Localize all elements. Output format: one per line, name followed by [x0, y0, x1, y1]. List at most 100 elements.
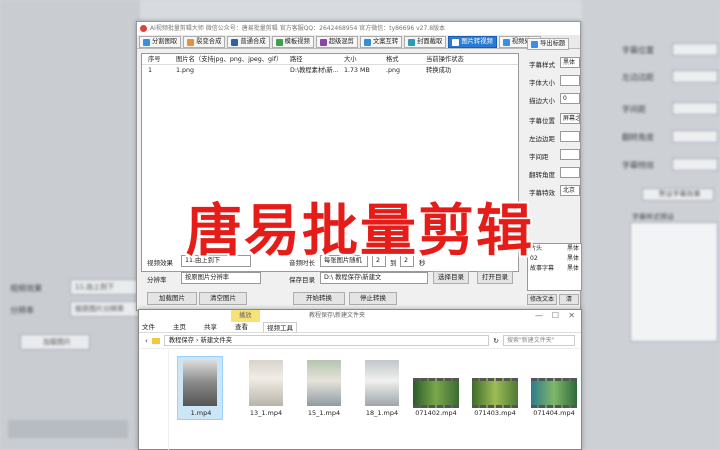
font-size-input[interactable]: [560, 75, 580, 86]
image-icon: [452, 38, 460, 46]
file-explorer-window: 播放 教程保存\新建文件夹 — ☐ ✕ 文件 主页 共享 查看 视频工具 ‹ 教…: [138, 309, 582, 450]
clear-button[interactable]: 清: [559, 294, 579, 305]
ribbon-video-tools[interactable]: 视频工具: [263, 322, 297, 332]
refresh-icon[interactable]: ↻: [493, 337, 499, 345]
left-margin-input[interactable]: [560, 131, 580, 142]
video-thumbnail[interactable]: [249, 360, 283, 406]
bg-row-add: 加载图片: [20, 334, 90, 350]
tab-template-video[interactable]: 模板视频: [271, 36, 314, 48]
navigation-pane[interactable]: [139, 350, 169, 450]
setting-label: 字间距: [529, 153, 549, 161]
cell: 1.73 MB: [344, 67, 370, 74]
tab-label: 图片转视频: [461, 38, 493, 45]
video-icon: [502, 38, 510, 46]
explorer-titlebar: 播放 教程保存\新建文件夹 — ☐ ✕: [139, 310, 581, 322]
tab-image-to-video[interactable]: 图片转视频: [448, 36, 497, 48]
file-name[interactable]: 15_1.mp4: [299, 409, 349, 417]
bg-label-res: 分辨率: [10, 306, 34, 315]
ribbon-share[interactable]: 共享: [201, 322, 220, 332]
minimize-icon[interactable]: —: [535, 310, 543, 322]
position-select[interactable]: 屏幕之: [560, 113, 580, 124]
table-row[interactable]: 1 1.png D:\教程素材\新... 1.73 MB .png 转换成功: [142, 65, 518, 76]
bg-right-box: [672, 102, 718, 115]
bg-bottom-bar: [8, 420, 128, 438]
tab-text-convert[interactable]: 文案互转: [359, 36, 403, 48]
video-thumbnail: [183, 360, 217, 406]
resolution-select[interactable]: 按原图片分辨率: [181, 272, 261, 284]
bg-right-label: 字幕位置: [622, 46, 654, 55]
bg-label-effect: 视频效果: [10, 284, 42, 293]
tab-cover-capture[interactable]: 封面截取: [404, 36, 447, 48]
cell: 1.png: [176, 67, 194, 74]
app-title: AI视频批量剪辑大师 微信公众号：唐易批量剪辑 官方客服QQ：264246895…: [150, 25, 446, 32]
add-images-button[interactable]: 加载图片: [147, 292, 197, 305]
export-icon: [531, 40, 538, 48]
search-input[interactable]: 搜索"新建文件夹": [503, 335, 575, 346]
save-dir-input[interactable]: D:\ 教程保存\新建文: [320, 272, 428, 284]
app-window: AI视频批量剪辑大师 微信公众号：唐易批量剪辑 官方客服QQ：264246895…: [136, 21, 582, 311]
bg-right-box: [672, 130, 718, 143]
path-input[interactable]: 教程保存 › 新建文件夹: [163, 335, 490, 346]
tab-label: 文案互转: [372, 38, 399, 45]
video-thumbnail[interactable]: [531, 378, 577, 408]
start-convert-button[interactable]: 开始转换: [293, 292, 345, 305]
file-name[interactable]: 13_1.mp4: [241, 409, 291, 417]
bg-right-label: 翻转角度: [622, 133, 654, 142]
col-header: 序号: [148, 56, 161, 63]
tab-normal-merge[interactable]: 普通合成: [227, 36, 270, 48]
file-name[interactable]: 18_1.mp4: [357, 409, 407, 417]
tab-super-mix[interactable]: 超级混剪: [315, 36, 358, 48]
col-header: 图片名（支持jpg、png、jpeg、gif）: [176, 56, 283, 63]
video-thumbnail[interactable]: [413, 378, 459, 408]
resolution-label: 分辨率: [147, 276, 167, 284]
spacing-input[interactable]: [560, 149, 580, 160]
setting-label: 字体大小: [529, 79, 555, 87]
video-thumbnail[interactable]: [365, 360, 399, 406]
mix-icon: [319, 38, 327, 46]
template-icon: [275, 38, 283, 46]
app-logo-icon: [140, 25, 147, 32]
choose-dir-button[interactable]: 选择目录: [433, 271, 469, 284]
stop-convert-button[interactable]: 停止转换: [349, 292, 397, 305]
overlay-title: 唐易批量剪辑: [185, 198, 534, 266]
ribbon-file[interactable]: 文件: [139, 322, 158, 332]
setting-label: 翻转角度: [529, 171, 555, 179]
clear-images-button[interactable]: 清空图片: [199, 292, 247, 305]
modify-text-button[interactable]: 修改文本: [527, 294, 557, 305]
app-toolbar: 分割图取 裂变合成 普通合成 模板视频 超级混剪 文案互转 封面截取 图片转视频…: [137, 35, 580, 49]
maximize-icon[interactable]: ☐: [552, 310, 559, 322]
ribbon-home[interactable]: 主页: [170, 322, 189, 332]
cover-icon: [408, 38, 416, 46]
tab-label: 分割图取: [152, 38, 178, 45]
explorer-ribbon: 文件 主页 共享 查看 视频工具: [139, 322, 581, 333]
tab-split-image[interactable]: 分割图取: [139, 36, 182, 48]
col-header: 路径: [290, 56, 303, 63]
file-name[interactable]: 1.mp4: [176, 409, 226, 417]
address-bar: ‹ 教程保存 › 新建文件夹 ↻ 搜索"新建文件夹": [139, 333, 581, 349]
video-thumbnail[interactable]: [472, 378, 518, 408]
cell: 转换成功: [426, 67, 452, 74]
tab-label: 超级混剪: [328, 38, 354, 45]
export-title-button[interactable]: 导出标题: [527, 38, 570, 50]
setting-label: 字幕位置: [529, 117, 555, 125]
back-arrow-icon[interactable]: ‹: [145, 337, 148, 345]
file-name[interactable]: 071403.mp4: [470, 409, 520, 417]
col-header: 当前操作状态: [426, 56, 464, 63]
play-tab[interactable]: 播放: [231, 310, 260, 322]
close-icon[interactable]: ✕: [568, 310, 575, 322]
file-name[interactable]: 071404.mp4: [529, 409, 579, 417]
file-name[interactable]: 071402.mp4: [411, 409, 461, 417]
col-header: 大小: [344, 56, 357, 63]
tab-label: 普通合成: [240, 38, 266, 45]
angle-input[interactable]: [560, 167, 580, 178]
video-thumbnail[interactable]: [307, 360, 341, 406]
cell: D:\教程素材\新...: [290, 67, 338, 74]
folder-icon: [151, 337, 160, 344]
open-dir-button[interactable]: 打开目录: [477, 271, 513, 284]
tab-label: 封面截取: [417, 38, 443, 45]
font-style-select[interactable]: 黑体: [560, 57, 580, 68]
tab-fission[interactable]: 裂变合成: [183, 36, 226, 48]
tab-label: 裂变合成: [196, 38, 222, 45]
stroke-size-input[interactable]: 0: [560, 93, 580, 104]
ribbon-view[interactable]: 查看: [232, 322, 251, 332]
